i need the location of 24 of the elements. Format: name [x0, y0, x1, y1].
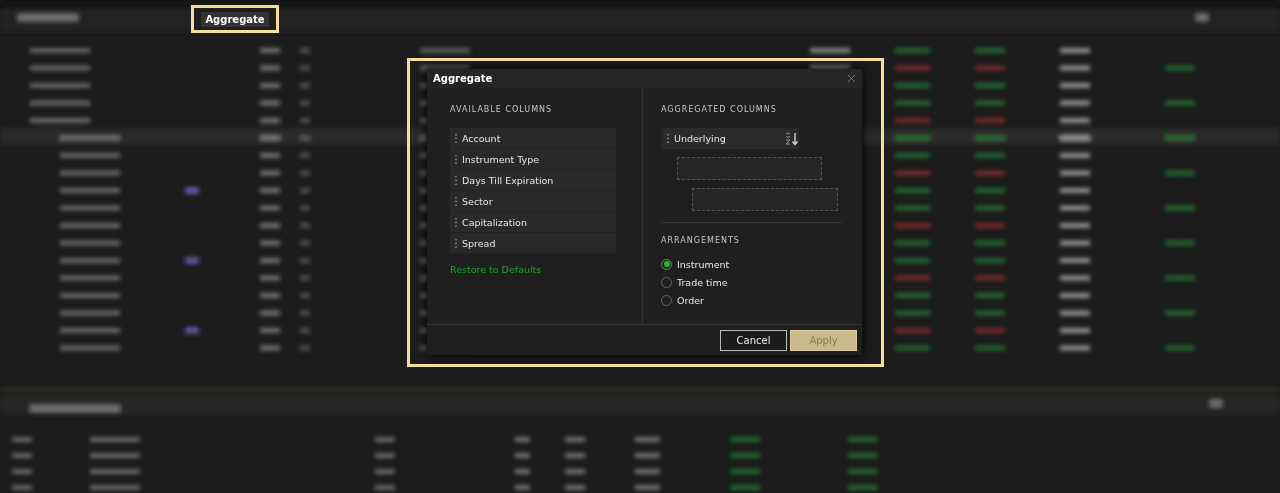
restore-defaults-link[interactable]: Restore to Defaults — [450, 264, 542, 275]
drag-handle-icon[interactable] — [455, 154, 457, 164]
section-heading: AGGREGATED COLUMNS — [661, 105, 778, 114]
drag-handle-icon[interactable] — [455, 175, 457, 185]
radio-label[interactable]: Trade time — [677, 276, 728, 288]
section-heading: AVAILABLE COLUMNS — [450, 105, 554, 114]
column-item[interactable]: Sector — [462, 195, 493, 207]
empty-slot[interactable] — [677, 157, 822, 180]
close-icon[interactable] — [847, 74, 856, 83]
empty-slot[interactable] — [692, 188, 838, 211]
section-heading: ARRANGEMENTS — [661, 236, 741, 245]
drag-handle-icon[interactable] — [455, 238, 457, 248]
sort-icon[interactable] — [785, 131, 799, 146]
aggregate-button[interactable]: Aggregate — [201, 11, 269, 27]
radio-label[interactable]: Instrument — [677, 258, 730, 270]
dialog-title: Aggregate — [433, 73, 493, 84]
drag-handle-icon[interactable] — [455, 217, 457, 227]
drag-handle-icon[interactable] — [667, 134, 669, 143]
drag-handle-icon[interactable] — [455, 133, 457, 143]
column-item[interactable]: Account — [462, 132, 501, 144]
cancel-button[interactable]: Cancel — [720, 329, 787, 351]
drag-handle-icon[interactable] — [455, 196, 457, 206]
radio-label[interactable]: Order — [677, 294, 704, 306]
column-item[interactable]: Spread — [462, 237, 496, 249]
